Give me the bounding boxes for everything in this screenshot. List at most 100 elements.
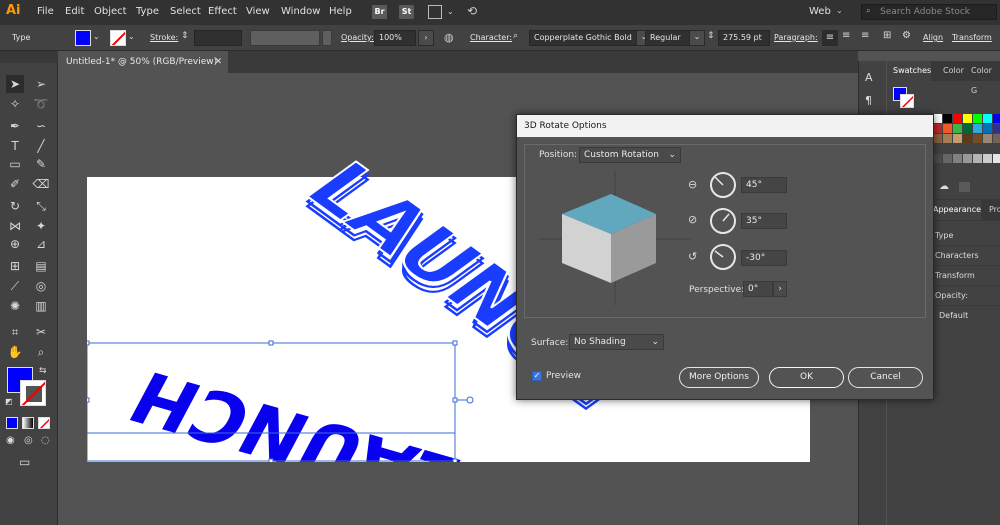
paintbrush-tool-icon[interactable]: ✎ xyxy=(32,155,50,173)
none-mode-icon[interactable] xyxy=(38,417,50,429)
recolor-artwork-icon[interactable]: ◍ xyxy=(444,31,454,44)
workspace-switcher[interactable]: Web xyxy=(809,6,831,17)
artboard-tool-icon[interactable]: ⌗ xyxy=(6,323,24,341)
tab-color[interactable]: Color xyxy=(937,61,964,81)
tab-properties[interactable]: Pro xyxy=(983,200,1000,220)
type-tool-icon[interactable]: T xyxy=(6,137,24,155)
cancel-button[interactable]: Cancel xyxy=(848,367,923,388)
stock-button[interactable]: St xyxy=(399,5,414,19)
menu-file[interactable]: File xyxy=(37,6,54,17)
chevron-down-icon[interactable]: ⌄ xyxy=(128,32,135,41)
z-angle-field[interactable]: -30° xyxy=(741,250,787,266)
width-tool-icon[interactable]: ⋈ xyxy=(6,217,24,235)
profile-dropdown[interactable] xyxy=(322,30,332,46)
symbol-sprayer-tool-icon[interactable]: ✺ xyxy=(6,297,24,315)
draw-behind-icon[interactable]: ◎ xyxy=(24,435,33,446)
rotation-track-cube[interactable] xyxy=(539,171,691,305)
menu-select[interactable]: Select xyxy=(170,6,201,17)
column-graph-tool-icon[interactable]: ▥ xyxy=(32,297,50,315)
color-mode-icon[interactable] xyxy=(6,417,18,429)
tab-appearance[interactable]: Appearance xyxy=(927,200,982,220)
menu-object[interactable]: Object xyxy=(94,6,127,17)
perspective-grid-tool-icon[interactable]: ⊿ xyxy=(32,235,50,253)
menu-edit[interactable]: Edit xyxy=(65,6,84,17)
stroke-weight-field[interactable] xyxy=(194,30,242,46)
pen-tool-icon[interactable]: ✒ xyxy=(6,117,24,135)
arrange-documents-icon[interactable] xyxy=(428,5,442,19)
opacity-field[interactable]: 100% xyxy=(374,30,416,46)
font-size-field[interactable]: 275.59 pt xyxy=(718,30,770,46)
selection-tool-icon[interactable]: ➤ xyxy=(6,75,24,93)
shaper-tool-icon[interactable]: ✐ xyxy=(6,175,24,193)
gpu-performance-icon[interactable]: ⟲ xyxy=(467,4,477,18)
menu-window[interactable]: Window xyxy=(281,6,320,17)
slice-tool-icon[interactable]: ✂ xyxy=(32,323,50,341)
stroke-swatch[interactable] xyxy=(110,30,126,46)
swatch-folder-icon[interactable] xyxy=(959,182,970,192)
perspective-field[interactable]: 0° xyxy=(743,281,773,297)
menu-help[interactable]: Help xyxy=(329,6,352,17)
menu-effect[interactable]: Effect xyxy=(208,6,237,17)
more-options-button[interactable]: More Options xyxy=(679,367,759,388)
stepper-icon[interactable]: ⇕ xyxy=(181,31,189,41)
scale-tool-icon[interactable]: ⤡ xyxy=(32,197,50,215)
blend-tool-icon[interactable]: ◎ xyxy=(32,277,50,295)
chevron-down-icon[interactable]: ⌄ xyxy=(689,30,705,46)
preview-checkbox[interactable]: ✓ xyxy=(532,371,542,381)
stepper-icon[interactable]: ⇕ xyxy=(707,31,715,41)
draw-inside-icon[interactable]: ◌ xyxy=(41,435,50,446)
draw-normal-icon[interactable]: ◉ xyxy=(6,435,15,446)
gradient-mode-icon[interactable] xyxy=(22,417,34,429)
position-select[interactable]: Custom Rotation ⌄ xyxy=(579,147,681,163)
swap-colors-icon[interactable]: ⇆ xyxy=(39,366,47,376)
shape-builder-tool-icon[interactable]: ⊕ xyxy=(6,235,24,253)
hand-tool-icon[interactable]: ✋ xyxy=(6,343,24,361)
direct-selection-tool-icon[interactable]: ➢ xyxy=(32,75,50,93)
bridge-button[interactable]: Br xyxy=(372,5,387,19)
x-angle-dial[interactable] xyxy=(710,172,736,198)
document-tab[interactable]: Untitled-1* @ 50% (RGB/Preview) ✕ xyxy=(58,51,228,73)
z-angle-dial[interactable] xyxy=(710,244,736,270)
stroke-label[interactable]: Stroke: xyxy=(150,33,178,42)
tab-color-guide[interactable]: Color G xyxy=(965,61,1000,95)
chevron-down-icon[interactable]: ⌄ xyxy=(93,32,100,41)
eraser-tool-icon[interactable]: ⌫ xyxy=(32,175,50,193)
font-style-field[interactable]: Regular xyxy=(645,30,690,46)
y-angle-field[interactable]: 35° xyxy=(741,213,787,229)
tab-swatches[interactable]: Swatches xyxy=(887,61,932,81)
variable-width-profile[interactable] xyxy=(250,30,320,46)
mesh-tool-icon[interactable]: ⊞ xyxy=(6,257,24,275)
grid-icon[interactable]: ⊞ xyxy=(883,30,891,41)
puppet-warp-tool-icon[interactable]: ✦ xyxy=(32,217,50,235)
screen-mode-icon[interactable]: ▭ xyxy=(19,455,30,469)
eyedropper-tool-icon[interactable]: ⟋ xyxy=(6,277,24,295)
curvature-tool-icon[interactable]: ∽ xyxy=(32,117,50,135)
search-input[interactable]: Search Adobe Stock xyxy=(861,4,997,20)
zoom-tool-icon[interactable]: ⌕ xyxy=(32,343,50,361)
align-right-icon[interactable]: ≡ xyxy=(861,30,869,41)
cloud-library-icon[interactable]: ☁ xyxy=(939,181,949,192)
swatch-stroke-icon[interactable] xyxy=(900,94,914,108)
character-panel-icon[interactable]: A xyxy=(865,71,873,84)
close-icon[interactable]: ✕ xyxy=(214,51,222,73)
align-center-icon[interactable]: ≡ xyxy=(842,30,850,41)
paragraph-label[interactable]: Paragraph: xyxy=(774,33,818,42)
lasso-tool-icon[interactable]: ➰ xyxy=(32,95,50,113)
rectangle-tool-icon[interactable]: ▭ xyxy=(6,155,24,173)
align-panel-link[interactable]: Align xyxy=(923,33,943,42)
menu-type[interactable]: Type xyxy=(136,6,159,17)
menu-view[interactable]: View xyxy=(246,6,270,17)
x-angle-field[interactable]: 45° xyxy=(741,177,787,193)
flat-rotated-text[interactable]: LAUNCH xyxy=(117,355,476,462)
paragraph-panel-icon[interactable]: ¶ xyxy=(865,94,872,107)
transform-panel-link[interactable]: Transform xyxy=(952,33,992,42)
stroke-color-box[interactable] xyxy=(20,380,46,406)
ok-button[interactable]: OK xyxy=(769,367,844,388)
y-angle-dial[interactable] xyxy=(710,208,736,234)
default-colors-icon[interactable]: ◩ xyxy=(5,397,13,406)
chevron-right-icon[interactable]: › xyxy=(418,30,434,46)
align-left-icon[interactable]: ≡ xyxy=(822,30,838,46)
fill-swatch[interactable] xyxy=(75,30,91,46)
gradient-tool-icon[interactable]: ▤ xyxy=(32,257,50,275)
surface-select[interactable]: No Shading ⌄ xyxy=(569,334,664,350)
